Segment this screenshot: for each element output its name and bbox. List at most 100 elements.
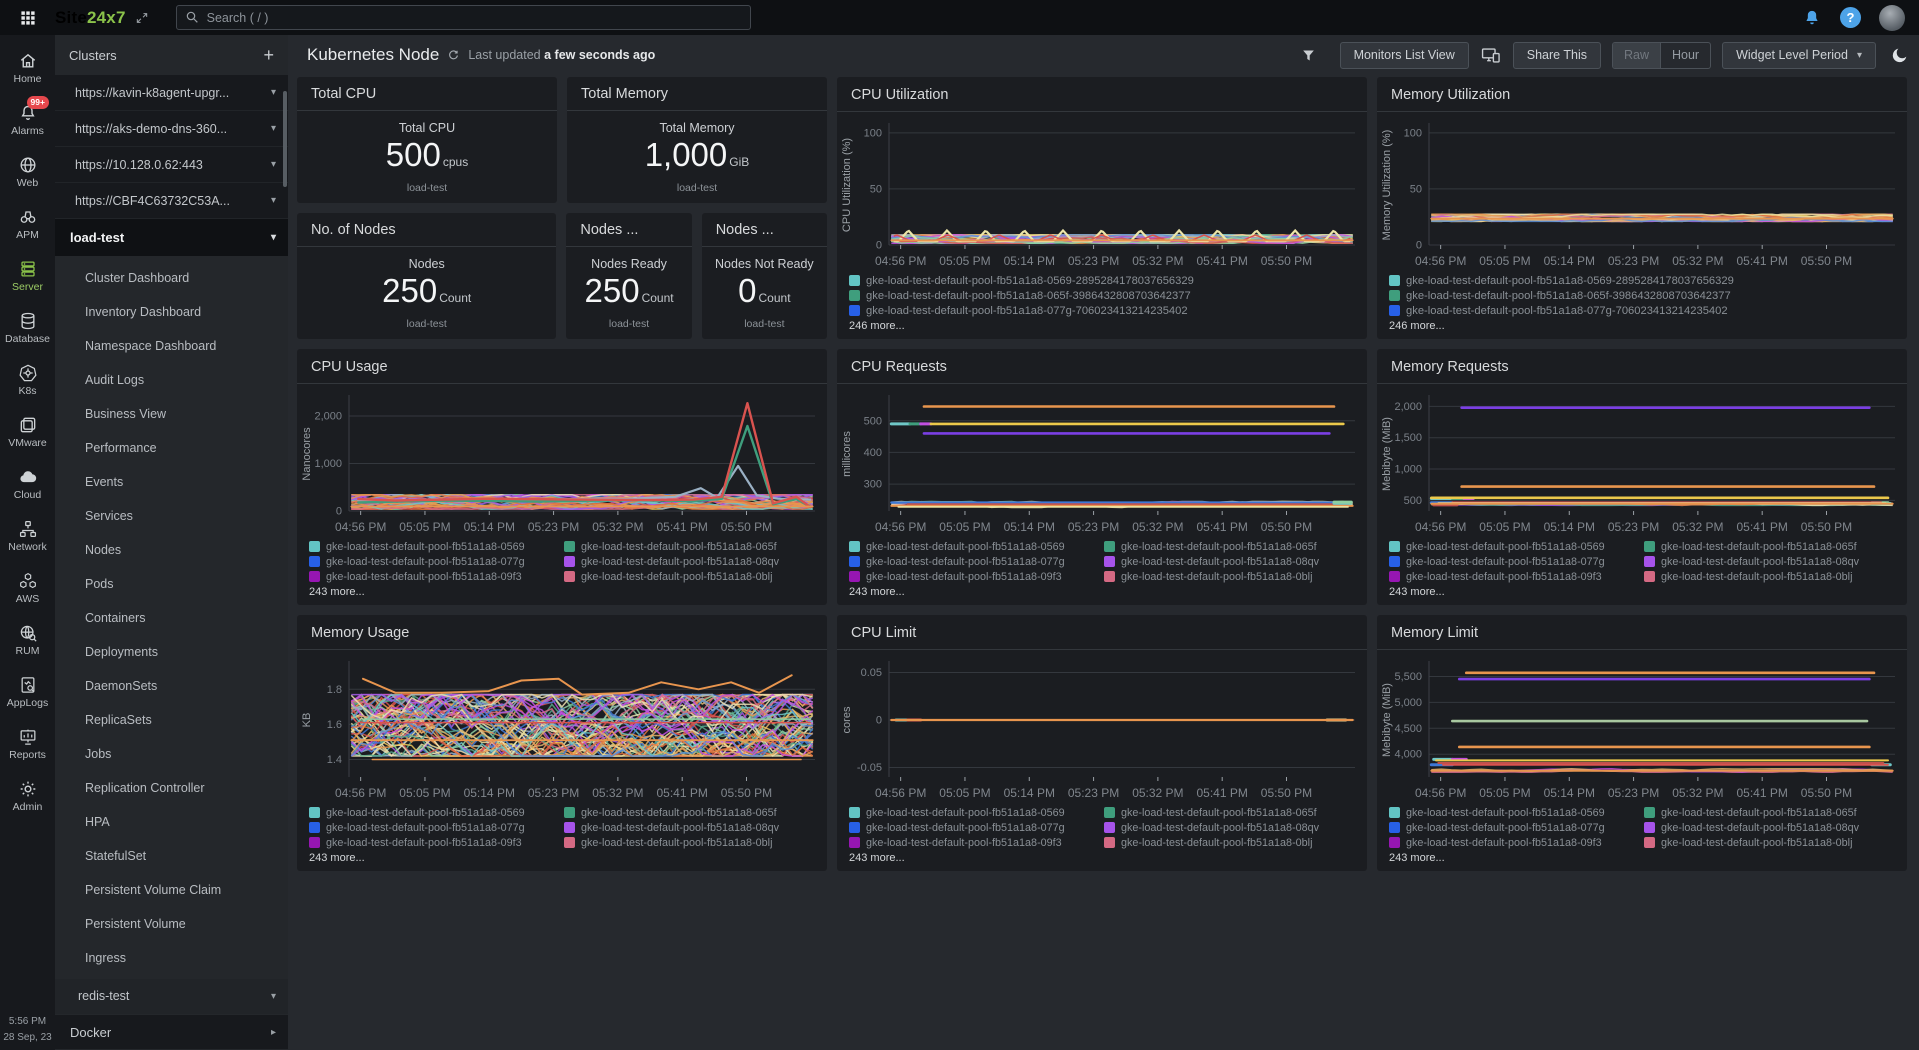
legend-item[interactable]: gke-load-test-default-pool-fb51a1a8-077g <box>1389 821 1640 834</box>
sidebar-rail-item-database[interactable]: Database <box>0 302 55 354</box>
legend-item[interactable]: gke-load-test-default-pool-fb51a1a8-065f <box>564 540 815 553</box>
legend-item[interactable]: gke-load-test-default-pool-fb51a1a8-0569 <box>1389 540 1640 553</box>
sidebar-rail-item-web[interactable]: Web <box>0 146 55 198</box>
legend-item[interactable]: gke-load-test-default-pool-fb51a1a8-0569… <box>849 274 1355 287</box>
monitors-list-view-button[interactable]: Monitors List View <box>1340 42 1469 69</box>
legend-item[interactable]: gke-load-test-default-pool-fb51a1a8-08qv <box>1644 555 1895 568</box>
legend-item[interactable]: gke-load-test-default-pool-fb51a1a8-065f <box>1644 540 1895 553</box>
legend-item[interactable]: gke-load-test-default-pool-fb51a1a8-0569 <box>309 806 560 819</box>
submenu-item-ingress[interactable]: Ingress <box>55 941 288 975</box>
search-input[interactable] <box>176 5 751 30</box>
sidebar-rail-item-alarms[interactable]: 99+Alarms <box>0 94 55 146</box>
legend-item[interactable]: gke-load-test-default-pool-fb51a1a8-0blj <box>1644 836 1895 849</box>
sidebar-rail-item-applogs[interactable]: AppLogs <box>0 666 55 718</box>
legend-item[interactable]: gke-load-test-default-pool-fb51a1a8-077g <box>849 555 1100 568</box>
legend-item[interactable]: gke-load-test-default-pool-fb51a1a8-0blj <box>1104 570 1355 583</box>
submenu-item-services[interactable]: Services <box>55 499 288 533</box>
legend-more-link[interactable]: 243 more... <box>1377 849 1907 864</box>
submenu-item-persistent-volume-claim[interactable]: Persistent Volume Claim <box>55 873 288 907</box>
submenu-item-namespace-dashboard[interactable]: Namespace Dashboard <box>55 329 288 363</box>
sidebar-rail-item-aws[interactable]: AWS <box>0 562 55 614</box>
legend-item[interactable]: gke-load-test-default-pool-fb51a1a8-09f3 <box>309 570 560 583</box>
submenu-item-statefulset[interactable]: StatefulSet <box>55 839 288 873</box>
legend-item[interactable]: gke-load-test-default-pool-fb51a1a8-077g <box>309 821 560 834</box>
legend-more-link[interactable]: 243 more... <box>837 583 1367 598</box>
legend-item[interactable]: gke-load-test-default-pool-fb51a1a8-065f <box>1104 806 1355 819</box>
legend-item[interactable]: gke-load-test-default-pool-fb51a1a8-0blj <box>1104 836 1355 849</box>
legend-more-link[interactable]: 243 more... <box>837 849 1367 864</box>
legend-item[interactable]: gke-load-test-default-pool-fb51a1a8-0569 <box>849 806 1100 819</box>
legend-item[interactable]: gke-load-test-default-pool-fb51a1a8-077g… <box>849 304 1355 317</box>
legend-item[interactable]: gke-load-test-default-pool-fb51a1a8-08qv <box>564 555 815 568</box>
sidebar-rail-item-apm[interactable]: APM <box>0 198 55 250</box>
sidebar-rail-item-server[interactable]: Server <box>0 250 55 302</box>
site24x7-logo[interactable]: Site24x7 <box>55 8 126 28</box>
legend-item[interactable]: gke-load-test-default-pool-fb51a1a8-077g… <box>1389 304 1895 317</box>
legend-item[interactable]: gke-load-test-default-pool-fb51a1a8-0569 <box>1389 806 1640 819</box>
legend-more-link[interactable]: 243 more... <box>1377 583 1907 598</box>
cluster-item[interactable]: https://kavin-k8agent-upgr...▾ <box>55 75 288 111</box>
cluster-item[interactable]: https://aks-demo-dns-360...▾ <box>55 111 288 147</box>
submenu-item-persistent-volume[interactable]: Persistent Volume <box>55 907 288 941</box>
dark-mode-moon-icon[interactable] <box>1890 46 1909 65</box>
submenu-item-daemonsets[interactable]: DaemonSets <box>55 669 288 703</box>
submenu-item-business-view[interactable]: Business View <box>55 397 288 431</box>
submenu-item-deployments[interactable]: Deployments <box>55 635 288 669</box>
legend-item[interactable]: gke-load-test-default-pool-fb51a1a8-0blj <box>564 570 815 583</box>
legend-item[interactable]: gke-load-test-default-pool-fb51a1a8-0569 <box>309 540 560 553</box>
add-cluster-button[interactable]: + <box>263 46 274 64</box>
submenu-item-replicasets[interactable]: ReplicaSets <box>55 703 288 737</box>
legend-item[interactable]: gke-load-test-default-pool-fb51a1a8-09f3 <box>309 836 560 849</box>
legend-more-link[interactable]: 246 more... <box>1377 317 1907 332</box>
legend-item[interactable]: gke-load-test-default-pool-fb51a1a8-065f <box>564 806 815 819</box>
submenu-item-pods[interactable]: Pods <box>55 567 288 601</box>
legend-more-link[interactable]: 243 more... <box>297 583 827 598</box>
legend-item[interactable]: gke-load-test-default-pool-fb51a1a8-08qv <box>564 821 815 834</box>
submenu-item-inventory-dashboard[interactable]: Inventory Dashboard <box>55 295 288 329</box>
cluster-item[interactable]: https://CBF4C63732C53A...▾ <box>55 183 288 219</box>
notifications-bell-icon[interactable] <box>1802 8 1822 28</box>
sidebar-rail-item-network[interactable]: Network <box>0 510 55 562</box>
sidebar-rail-item-home[interactable]: Home <box>0 42 55 94</box>
legend-item[interactable]: gke-load-test-default-pool-fb51a1a8-09f3 <box>849 836 1100 849</box>
expand-icon[interactable] <box>135 11 149 25</box>
sidebar-item-load-test[interactable]: load-test ▾ <box>55 219 288 256</box>
submenu-item-audit-logs[interactable]: Audit Logs <box>55 363 288 397</box>
app-grid-menu-button[interactable] <box>0 0 55 35</box>
sidebar-rail-item-rum[interactable]: RUM <box>0 614 55 666</box>
cluster-item[interactable]: https://10.128.0.62:443▾ <box>55 147 288 183</box>
devices-icon[interactable] <box>1480 44 1502 66</box>
legend-item[interactable]: gke-load-test-default-pool-fb51a1a8-08qv <box>1644 821 1895 834</box>
user-avatar[interactable] <box>1879 5 1905 31</box>
sidebar-scrollbar[interactable] <box>283 91 287 187</box>
raw-toggle-option[interactable]: Raw <box>1613 43 1660 68</box>
submenu-item-hpa[interactable]: HPA <box>55 805 288 839</box>
hour-toggle-option[interactable]: Hour <box>1660 43 1710 68</box>
help-icon[interactable]: ? <box>1840 7 1861 28</box>
sidebar-rail-item-reports[interactable]: Reports <box>0 718 55 770</box>
legend-item[interactable]: gke-load-test-default-pool-fb51a1a8-0569… <box>1389 274 1895 287</box>
legend-item[interactable]: gke-load-test-default-pool-fb51a1a8-0blj <box>564 836 815 849</box>
sidebar-rail-item-admin[interactable]: Admin <box>0 770 55 822</box>
submenu-item-nodes[interactable]: Nodes <box>55 533 288 567</box>
submenu-item-performance[interactable]: Performance <box>55 431 288 465</box>
sidebar-rail-item-cloud[interactable]: Cloud <box>0 458 55 510</box>
sidebar-rail-item-vmware[interactable]: VMware <box>0 406 55 458</box>
submenu-item-jobs[interactable]: Jobs <box>55 737 288 771</box>
filter-icon[interactable] <box>1300 47 1317 64</box>
submenu-item-events[interactable]: Events <box>55 465 288 499</box>
legend-item[interactable]: gke-load-test-default-pool-fb51a1a8-09f3 <box>1389 836 1640 849</box>
legend-more-link[interactable]: 246 more... <box>837 317 1367 332</box>
legend-more-link[interactable]: 243 more... <box>297 849 827 864</box>
legend-item[interactable]: gke-load-test-default-pool-fb51a1a8-08qv <box>1104 555 1355 568</box>
sidebar-rail-item-k8s[interactable]: K8s <box>0 354 55 406</box>
submenu-item-replication-controller[interactable]: Replication Controller <box>55 771 288 805</box>
legend-item[interactable]: gke-load-test-default-pool-fb51a1a8-065f <box>1644 806 1895 819</box>
submenu-item-cluster-dashboard[interactable]: Cluster Dashboard <box>55 261 288 295</box>
refresh-icon[interactable] <box>447 49 460 62</box>
widget-level-period-dropdown[interactable]: Widget Level Period ▾ <box>1722 42 1876 69</box>
sidebar-item-redis-test[interactable]: redis-test▾ <box>55 979 288 1014</box>
legend-item[interactable]: gke-load-test-default-pool-fb51a1a8-077g <box>849 821 1100 834</box>
legend-item[interactable]: gke-load-test-default-pool-fb51a1a8-077g <box>309 555 560 568</box>
legend-item[interactable]: gke-load-test-default-pool-fb51a1a8-0569 <box>849 540 1100 553</box>
